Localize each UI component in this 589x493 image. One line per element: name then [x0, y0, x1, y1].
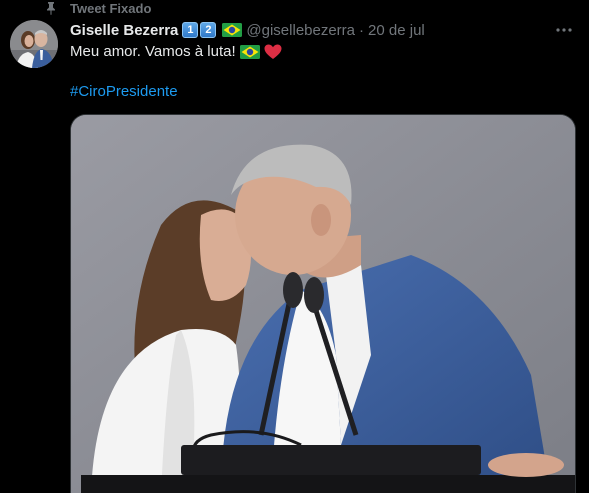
tweet-photo[interactable] [70, 114, 576, 493]
brazil-flag-icon [239, 45, 260, 59]
pinned-label: Tweet Fixado [70, 0, 152, 16]
more-dots-icon [556, 28, 572, 32]
keycap-two-icon: 2 [200, 22, 217, 38]
hashtag-link[interactable]: #CiroPresidente [70, 82, 178, 102]
tweet-header: Giselle Bezerra 1 2 @gisellebezerra · 20… [70, 20, 575, 40]
author-display-name[interactable]: Giselle Bezerra [70, 22, 178, 39]
tweet-date[interactable]: 20 de jul [368, 22, 425, 39]
tweet-content: Giselle Bezerra 1 2 @gisellebezerra · 20… [70, 20, 575, 62]
author-handle[interactable]: @gisellebezerra [246, 22, 355, 39]
avatar[interactable] [10, 20, 58, 68]
more-options-button[interactable] [546, 20, 582, 40]
avatar-image [10, 20, 58, 68]
tweet-text-body: Meu amor. Vamos à luta! [70, 43, 236, 60]
photo-image [71, 115, 575, 493]
tweet-text: Meu amor. Vamos à luta! [70, 42, 575, 62]
separator-dot: · [359, 21, 365, 39]
keycap-one-icon: 1 [182, 22, 199, 38]
brazil-flag-icon [222, 23, 243, 37]
pin-icon [47, 2, 55, 15]
red-heart-icon [264, 44, 282, 59]
pinned-indicator: Tweet Fixado [44, 0, 151, 16]
